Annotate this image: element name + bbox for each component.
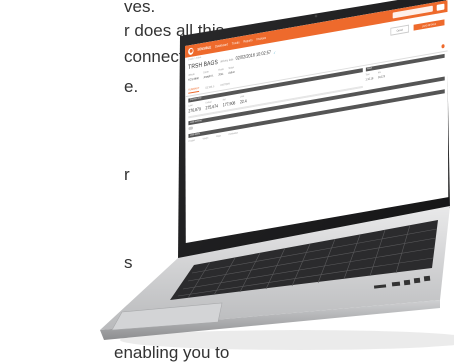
stat-units: Units 22.4 [239, 94, 247, 105]
meta-value: 2041 [218, 71, 224, 77]
right-stat-total: Total 1:12.18 [365, 72, 374, 82]
nav-item-reports[interactable]: Reports [243, 38, 252, 44]
nav-item-invoices[interactable]: Invoices [256, 36, 266, 42]
col-header-origin: Origin [215, 134, 221, 138]
meta-status: Status Active [228, 66, 234, 75]
search-button[interactable] [436, 3, 445, 11]
meta-route: Route 2041 [218, 68, 223, 77]
stat-value: 10,123 [377, 74, 385, 80]
meta-driver: Driver Joseph K. [203, 70, 214, 80]
right-stat-min: Min 10,123 [378, 70, 385, 79]
meta-value: Active [228, 69, 235, 75]
col-header-destination: Destination [228, 131, 238, 136]
stat-net: Net 177,908 [223, 96, 236, 107]
stat-value: 276,879 [188, 106, 201, 114]
meta-value: KCS 8960 [188, 76, 199, 82]
stat-load: Load 276,879 [188, 102, 201, 114]
camera-icon [314, 14, 318, 18]
notification-badge-icon[interactable] [441, 43, 445, 49]
stat-value: 177,908 [222, 100, 236, 108]
stat-unload: Unload 275,674 [205, 99, 219, 111]
col-header-weight: Weight [202, 136, 209, 141]
nav-item-trucks[interactable]: Trucks [232, 40, 240, 45]
meta-value: Joseph K. [203, 73, 214, 80]
title-subtitle: delivery date [220, 57, 234, 64]
stat-value: 22.4 [239, 98, 247, 105]
brand-logo-icon [188, 46, 194, 55]
check-icon: ✓ [273, 49, 276, 55]
stat-value: 275,674 [205, 103, 219, 111]
toggle-switch[interactable] [188, 126, 194, 130]
tab-summary[interactable]: SUMMARY [188, 85, 200, 94]
col-header-product: Product [188, 138, 195, 143]
meta-vehicle: Vehicle KCS 8960 [188, 72, 199, 82]
stat-value: 1:12.18 [365, 76, 374, 82]
brand-name: SENSIBLE [197, 45, 212, 52]
tab-details[interactable]: DETAILS [205, 84, 214, 89]
nav-item-dashboard[interactable]: Dashboard [215, 42, 228, 48]
tab-history[interactable]: HISTORY [220, 82, 230, 88]
